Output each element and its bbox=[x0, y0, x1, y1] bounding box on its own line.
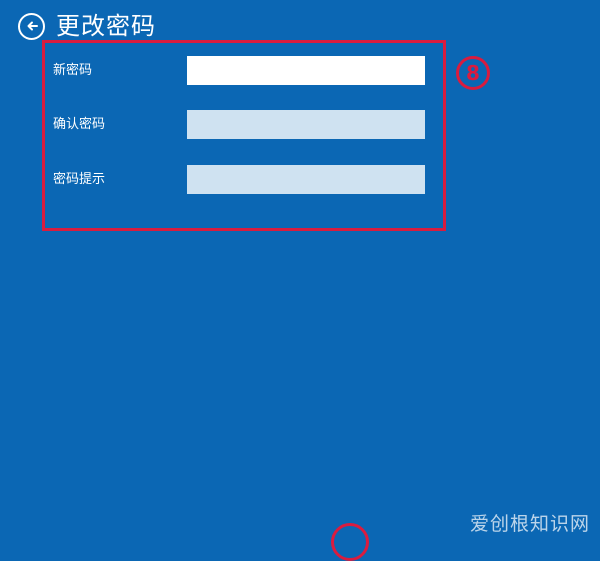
back-button[interactable] bbox=[18, 12, 45, 40]
confirm-password-input[interactable] bbox=[187, 110, 425, 139]
header: 更改密码 bbox=[18, 11, 156, 41]
password-hint-label: 密码提示 bbox=[53, 172, 106, 187]
step-8-annotation: 8 bbox=[456, 56, 490, 90]
watermark: 爱创根知识网 bbox=[469, 513, 590, 535]
page-title: 更改密码 bbox=[56, 12, 156, 40]
password-hint-input[interactable] bbox=[187, 165, 425, 194]
step-8-number: 8 bbox=[466, 61, 480, 85]
bottom-annotation-circle bbox=[331, 523, 369, 561]
new-password-label: 新密码 bbox=[53, 63, 93, 78]
arrow-left-icon bbox=[27, 21, 38, 31]
confirm-password-label: 确认密码 bbox=[53, 117, 106, 132]
new-password-input[interactable] bbox=[187, 56, 425, 85]
